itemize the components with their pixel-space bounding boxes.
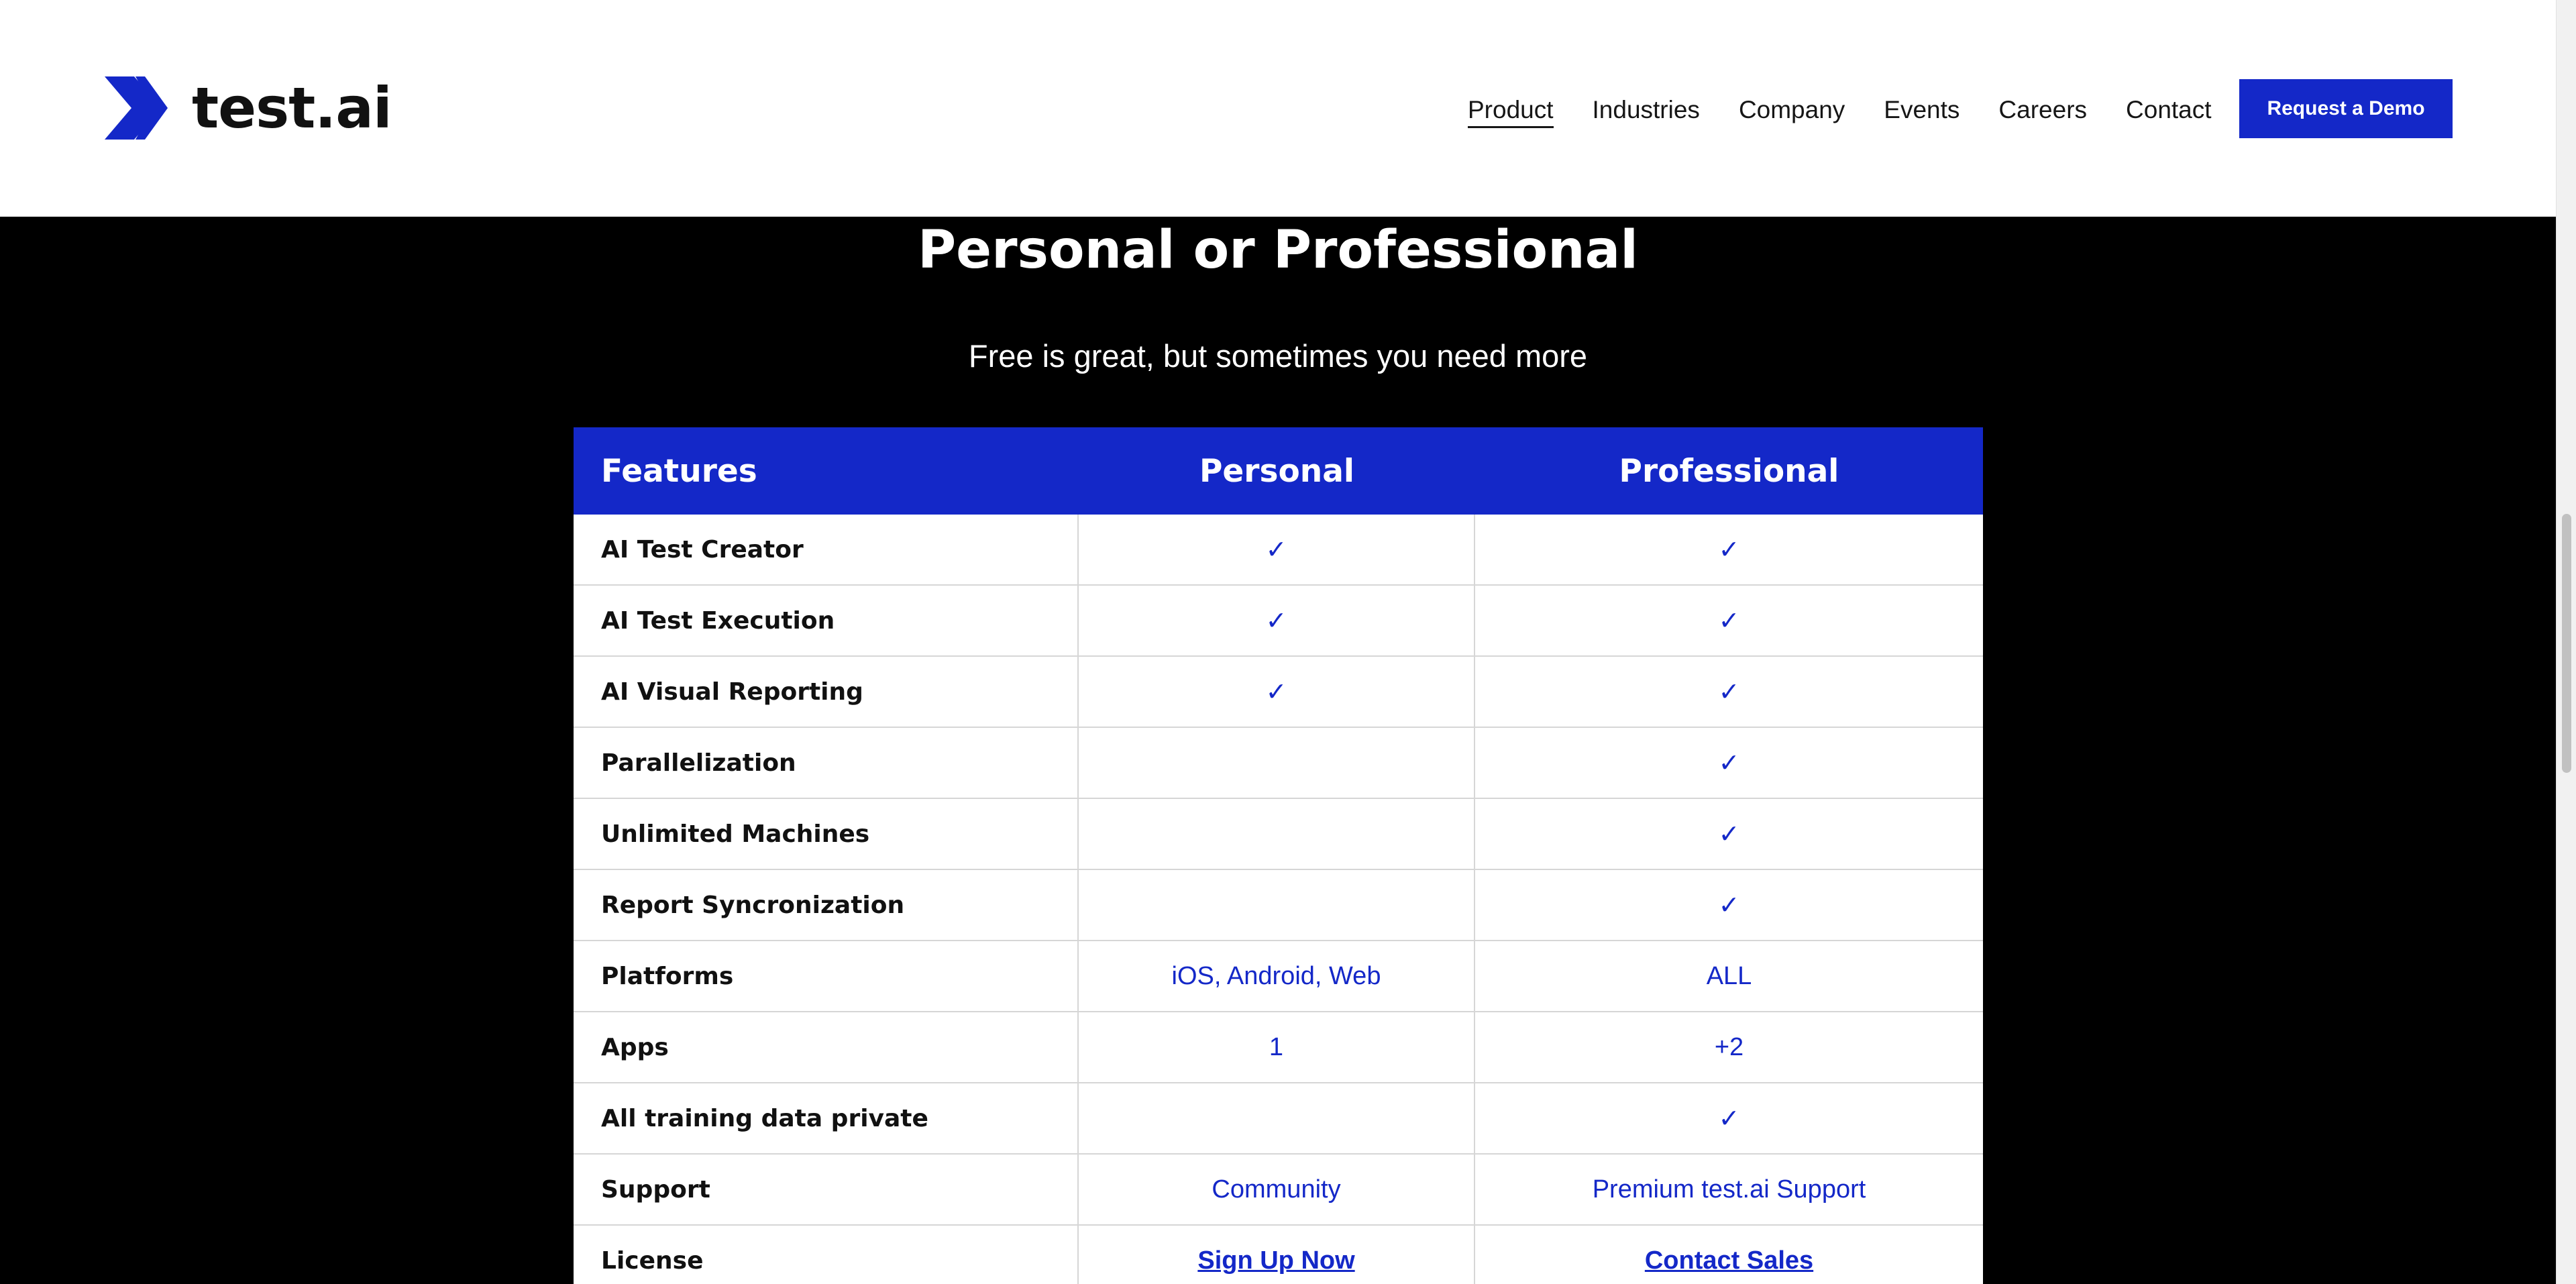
professional-license-cell: Contact Sales: [1475, 1226, 1983, 1284]
professional-value: ✓: [1718, 535, 1740, 564]
logo[interactable]: test.ai: [105, 76, 392, 140]
nav-company[interactable]: Company: [1739, 96, 1845, 124]
professional-value: ✓: [1718, 678, 1740, 706]
feature-name: All training data private: [574, 1083, 1079, 1153]
feature-name: License: [574, 1226, 1079, 1284]
nav-events[interactable]: Events: [1884, 96, 1960, 124]
professional-value: Premium test.ai Support: [1592, 1175, 1866, 1203]
professional-value: ALL: [1706, 961, 1752, 990]
table-row: AI Visual Reporting ✓ ✓: [574, 657, 1983, 728]
professional-value: +2: [1714, 1032, 1744, 1061]
personal-value: Community: [1079, 1155, 1475, 1224]
professional-value: ✓: [1718, 891, 1740, 920]
table-row: AI Test Creator ✓ ✓: [574, 515, 1983, 586]
feature-name: Unlimited Machines: [574, 799, 1079, 869]
table-header: Features Personal Professional: [574, 427, 1983, 515]
personal-value: [1079, 799, 1475, 869]
feature-name: AI Test Creator: [574, 515, 1079, 584]
personal-value: [1079, 1083, 1475, 1153]
scrollbar[interactable]: [2556, 0, 2576, 1284]
personal-value: ✓: [1079, 515, 1475, 584]
chevron-logo-icon: [105, 76, 168, 140]
contact-sales-link[interactable]: Contact Sales: [1645, 1246, 1813, 1275]
table-row: All training data private ✓: [574, 1083, 1983, 1155]
feature-name: Platforms: [574, 941, 1079, 1011]
table-row: Report Syncronization ✓: [574, 870, 1983, 941]
table-row: License Sign Up Now Contact Sales: [574, 1226, 1983, 1284]
table-row: Platforms iOS, Android, Web ALL: [574, 941, 1983, 1012]
header-professional: Professional: [1619, 452, 1839, 490]
nav-product[interactable]: Product: [1468, 96, 1554, 128]
logo-text: test.ai: [192, 75, 392, 141]
personal-value: ✓: [1079, 586, 1475, 655]
section-title: Personal or Professional: [918, 220, 1638, 280]
main-nav: Product Industries Company Events Career…: [1468, 91, 2251, 129]
personal-value: 1: [1079, 1012, 1475, 1082]
table-row: AI Test Execution ✓ ✓: [574, 586, 1983, 657]
nav-careers[interactable]: Careers: [1998, 96, 2087, 124]
sign-up-now-link[interactable]: Sign Up Now: [1197, 1246, 1354, 1275]
feature-name: Parallelization: [574, 728, 1079, 798]
feature-name: Report Syncronization: [574, 870, 1079, 940]
table-row: Support Community Premium test.ai Suppor…: [574, 1155, 1983, 1226]
professional-value: ✓: [1718, 749, 1740, 778]
nav-industries[interactable]: Industries: [1593, 96, 1700, 124]
feature-name: AI Test Execution: [574, 586, 1079, 655]
personal-license-cell: Sign Up Now: [1079, 1226, 1475, 1284]
feature-name: Apps: [574, 1012, 1079, 1082]
personal-value: ✓: [1079, 657, 1475, 727]
personal-value: [1079, 870, 1475, 940]
table-row: Apps 1 +2: [574, 1012, 1983, 1083]
personal-value: [1079, 728, 1475, 798]
header-features: Features: [601, 452, 757, 490]
section-subtitle: Free is great, but sometimes you need mo…: [968, 338, 1588, 374]
scrollbar-thumb[interactable]: [2562, 514, 2571, 773]
nav-contact[interactable]: Contact: [2126, 96, 2212, 124]
professional-value: ✓: [1718, 820, 1740, 849]
feature-name: AI Visual Reporting: [574, 657, 1079, 727]
request-demo-button[interactable]: Request a Demo: [2239, 79, 2453, 138]
header-personal: Personal: [1199, 452, 1355, 490]
feature-name: Support: [574, 1155, 1079, 1224]
table-row: Parallelization ✓: [574, 728, 1983, 799]
table-row: Unlimited Machines ✓: [574, 799, 1983, 870]
professional-value: ✓: [1718, 606, 1740, 635]
professional-value: ✓: [1718, 1104, 1740, 1133]
pricing-table: Features Personal Professional AI Test C…: [574, 427, 1983, 1284]
personal-value: iOS, Android, Web: [1079, 941, 1475, 1011]
site-header: test.ai Product Industries Company Event…: [0, 0, 2556, 217]
